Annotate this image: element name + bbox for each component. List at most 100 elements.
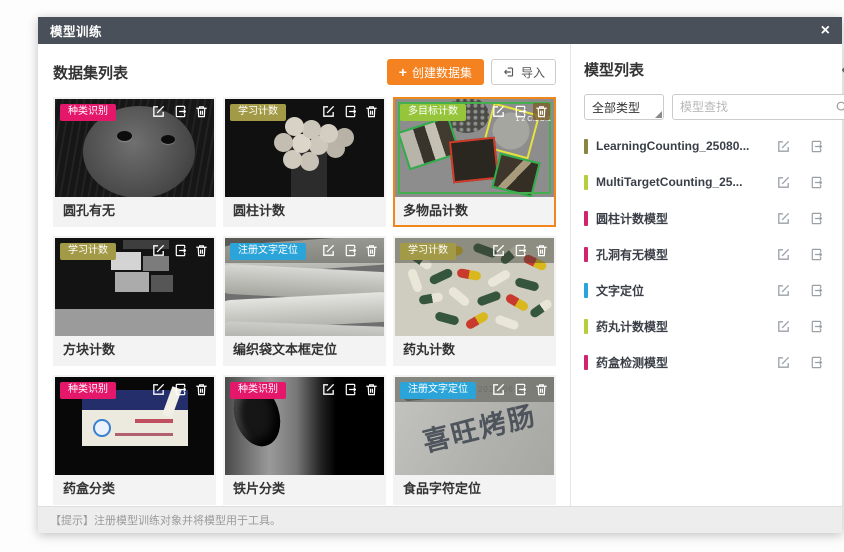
model-training-dialog: 模型训练 × 数据集列表 + 创建数据集 导入 (38, 17, 842, 533)
gray-strip-art (55, 309, 214, 336)
edit-dataset-button[interactable] (320, 242, 337, 259)
create-dataset-button[interactable]: + 创建数据集 (387, 59, 484, 85)
create-dataset-label: 创建数据集 (412, 64, 472, 81)
dataset-title: 药丸计数 (395, 336, 554, 364)
model-row[interactable]: 药盒检测模型 (584, 344, 844, 380)
delete-dataset-button[interactable] (193, 242, 210, 259)
dataset-card-cylinder-count[interactable]: 学习计数 圆柱计数 (223, 97, 386, 227)
package-brand-text: 喜旺烤肠 (418, 394, 540, 460)
delete-dataset-button[interactable] (193, 103, 210, 120)
export-model-button[interactable] (809, 139, 824, 154)
dataset-thumbnail: 2024.06.12 喜旺烤肠 注册文字定位 (395, 377, 554, 475)
copy-dataset-button[interactable] (172, 381, 189, 398)
edit-dataset-button[interactable] (150, 103, 167, 120)
edit-model-button[interactable] (776, 319, 791, 334)
copy-dataset-button[interactable] (342, 103, 359, 120)
pill-art (434, 311, 460, 326)
edit-dataset-button[interactable] (490, 242, 507, 259)
model-row[interactable]: 文字定位 (584, 272, 844, 308)
datasets-actions: + 创建数据集 导入 (387, 59, 556, 85)
model-import-icon[interactable] (839, 61, 844, 79)
copy-dataset-button[interactable] (512, 381, 529, 398)
copy-dataset-button[interactable] (172, 103, 189, 120)
dataset-thumbnail: 学习计数 (395, 238, 554, 336)
edit-dataset-button[interactable] (150, 381, 167, 398)
copy-dataset-button[interactable] (512, 242, 529, 259)
datasets-header: 数据集列表 + 创建数据集 导入 (53, 59, 556, 85)
edit-dataset-button[interactable] (490, 103, 507, 120)
hole-art (161, 135, 175, 144)
dataset-card-medicine-box[interactable]: 种类识别 药盒分类 (53, 375, 216, 505)
export-model-button[interactable] (809, 355, 824, 370)
import-dataset-button[interactable]: 导入 (491, 59, 556, 85)
pillar-art (291, 137, 327, 197)
copy-dataset-button[interactable] (342, 242, 359, 259)
close-icon[interactable]: × (821, 23, 830, 39)
edit-model-button[interactable] (776, 139, 791, 154)
model-name: 孔洞有无模型 (596, 246, 770, 263)
export-model-button[interactable] (809, 211, 824, 226)
dataset-card-pill-count[interactable]: 学习计数 药丸计数 (393, 236, 556, 366)
delete-dataset-button[interactable] (363, 242, 380, 259)
copy-dataset-button[interactable] (512, 103, 529, 120)
dataset-type-badge: 注册文字定位 (230, 243, 306, 260)
pill-art (456, 268, 481, 281)
dataset-card-woven-bag-text[interactable]: 注册文字定位 编织袋文本框定位 (223, 236, 386, 366)
edit-model-button[interactable] (776, 175, 791, 190)
delete-dataset-button[interactable] (533, 381, 550, 398)
dataset-title: 圆柱计数 (225, 197, 384, 225)
pill-art (504, 293, 529, 313)
dataset-title: 多物品计数 (395, 197, 554, 225)
pill-art (476, 290, 502, 307)
search-icon (835, 100, 844, 114)
delete-dataset-button[interactable] (193, 381, 210, 398)
export-model-button[interactable] (809, 247, 824, 262)
edit-model-button[interactable] (776, 283, 791, 298)
delete-dataset-button[interactable] (533, 242, 550, 259)
model-name: 药盒检测模型 (596, 354, 770, 371)
dataset-type-badge: 种类识别 (230, 382, 286, 399)
dataset-title: 方块计数 (55, 336, 214, 364)
edit-dataset-button[interactable] (490, 381, 507, 398)
model-color-bar (584, 247, 588, 262)
export-model-button[interactable] (809, 283, 824, 298)
model-row[interactable]: MultiTargetCounting_25... (584, 164, 844, 200)
dataset-card-multi-object-count[interactable]: 1 2 C:1 D:1 多目标计数 多物品计数 (393, 97, 556, 227)
copy-dataset-button[interactable] (342, 381, 359, 398)
edit-dataset-button[interactable] (320, 103, 337, 120)
dataset-card-round-hole[interactable]: 种类识别 圆孔有无 (53, 97, 216, 227)
delete-dataset-button[interactable] (533, 103, 550, 120)
dataset-card-block-count[interactable]: 学习计数 方块计数 (53, 236, 216, 366)
export-model-button[interactable] (809, 319, 824, 334)
export-model-button[interactable] (809, 175, 824, 190)
dialog-body: 数据集列表 + 创建数据集 导入 (38, 44, 842, 506)
dataset-card-food-character[interactable]: 2024.06.12 喜旺烤肠 注册文字定位 食品字符定位 (393, 375, 556, 505)
edit-model-button[interactable] (776, 211, 791, 226)
edit-model-button[interactable] (776, 247, 791, 262)
delete-dataset-button[interactable] (363, 381, 380, 398)
dataset-type-badge: 学习计数 (400, 243, 456, 260)
dataset-thumbnail: 种类识别 (55, 99, 214, 197)
delete-dataset-button[interactable] (363, 103, 380, 120)
dataset-thumbnail: 种类识别 (55, 377, 214, 475)
model-search-input[interactable] (680, 100, 835, 114)
dataset-type-badge: 种类识别 (60, 382, 116, 399)
model-row[interactable]: LearningCounting_25080... (584, 128, 844, 164)
model-type-select[interactable]: 全部类型 (584, 94, 664, 120)
edit-model-button[interactable] (776, 355, 791, 370)
block-art (115, 272, 149, 292)
dataset-card-iron-sheet[interactable]: 种类识别 铁片分类 (223, 375, 386, 505)
model-row[interactable]: 药丸计数模型 (584, 308, 844, 344)
model-color-bar (584, 211, 588, 226)
model-color-bar (584, 175, 588, 190)
model-row[interactable]: 孔洞有无模型 (584, 236, 844, 272)
model-color-bar (584, 319, 588, 334)
dialog-header: 模型训练 × (38, 17, 842, 44)
dataset-thumbnail: 种类识别 (225, 377, 384, 475)
pill-art (464, 311, 489, 331)
pill-art (486, 269, 511, 289)
copy-dataset-button[interactable] (172, 242, 189, 259)
edit-dataset-button[interactable] (320, 381, 337, 398)
model-row[interactable]: 圆柱计数模型 (584, 200, 844, 236)
edit-dataset-button[interactable] (150, 242, 167, 259)
